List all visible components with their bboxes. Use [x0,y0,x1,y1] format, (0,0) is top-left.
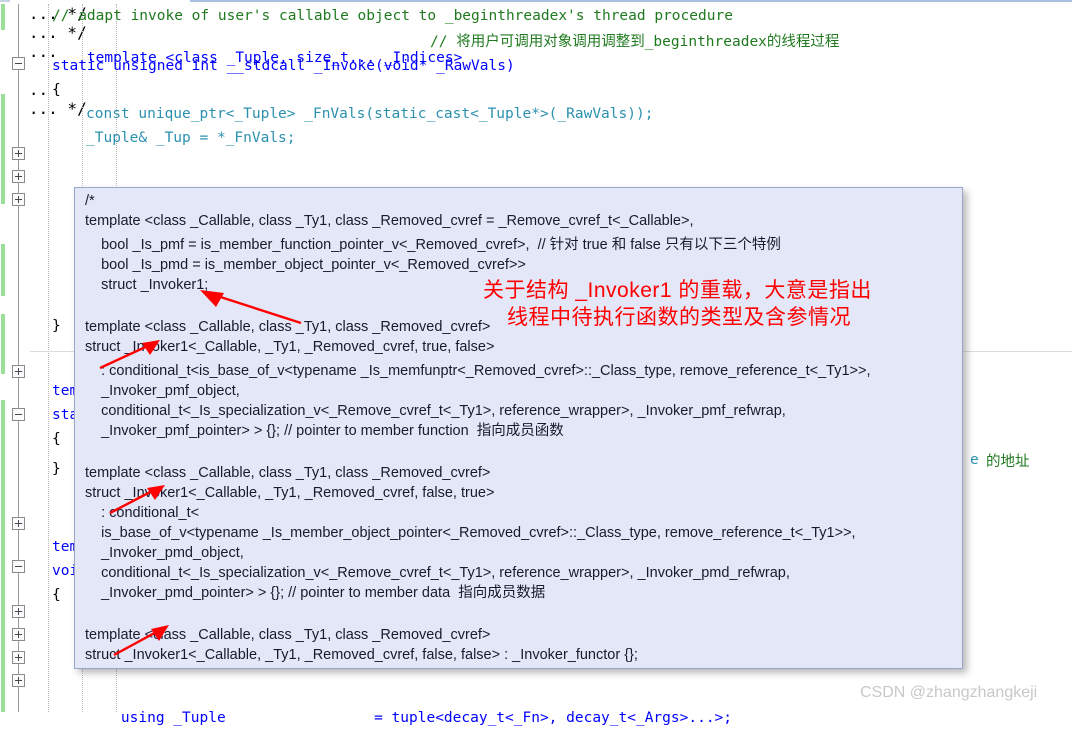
code-line-comment: // 将用户可调用对象调用调整到_beginthreadex的线程过程 [430,34,840,50]
code-line: { [52,431,61,447]
annotation-arrow-2 [99,340,160,370]
top-rule [190,0,1072,2]
change-bar [1,400,5,712]
outline-expand-toggle[interactable] [12,651,25,664]
code-fragment-right-comment: 的地址 [986,454,1030,470]
outline-expand-toggle[interactable] [12,170,25,183]
change-bar [1,314,5,374]
outline-expand-toggle[interactable] [12,193,25,206]
tooltip-line: conditional_t<_Is_specialization_v<_Remo… [85,565,790,581]
tooltip-line: : conditional_t<is_base_of_v<typename _I… [85,363,871,379]
indent-guide [48,4,49,712]
tooltip-line: template <class _Callable, class _Ty1, c… [85,213,694,229]
code-editor-surface[interactable]: // adapt invoke of user's callable objec… [0,4,1072,726]
outline-expand-toggle[interactable] [12,628,25,641]
outline-expand-toggle[interactable] [12,365,25,378]
tooltip-line: bool _Is_pmf = is_member_function_pointe… [85,237,781,253]
tooltip-line: struct _Invoker1; [85,277,209,293]
code-line: using _Tuple = tuple<decay_t<_Fn>, decay… [86,694,732,742]
annotation-line-1: 关于结构 _Invoker1 的重载，大意是指出 [483,279,872,302]
code-line: // adapt invoke of user's callable objec… [52,8,733,24]
code-line: { [52,82,61,98]
outline-collapse-toggle[interactable] [12,57,25,70]
change-bar [1,4,5,30]
annotation-line-2: 线程中待执行函数的类型及含参情况 [507,306,851,329]
tooltip-line: conditional_t<_Is_specialization_v<_Remo… [85,403,786,419]
tooltip-line: _Invoker_pmf_pointer> > {}; // pointer t… [85,423,564,439]
top-rule-left [0,0,10,2]
code-line: } [52,318,61,334]
tooltip-line: _Invoker_pmf_object, [85,383,240,399]
tooltip-line: */ [85,667,95,668]
outline-expand-toggle[interactable] [12,147,25,160]
code-line: _Tuple& _Tup = *_FnVals; [86,130,296,146]
code-fragment-right: e [970,452,979,468]
annotation-arrow-3 [109,485,165,515]
annotation-arrow-4 [113,625,169,657]
outline-collapse-toggle[interactable] [12,560,25,573]
tooltip-line: bool _Is_pmd = is_member_object_pointer_… [85,257,526,273]
screenshot-root: { "colors": { "overlay_bg": "#e3e7f7", "… [0,0,1072,726]
change-bar [1,244,5,296]
tooltip-line: _Invoker_pmd_object, [85,545,244,561]
tooltip-line: template <class _Callable, class _Ty1, c… [85,465,491,481]
tooltip-line: /* [85,193,95,209]
tooltip-line: is_base_of_v<typename _Is_member_object_… [85,525,856,541]
quick-info-tooltip: /* template <class _Callable, class _Ty1… [74,187,963,669]
code-line: const unique_ptr<_Tuple> _FnVals(static_… [86,106,654,122]
code-line: { [52,587,61,603]
code-line: static unsigned int __stdcall _Invoke(vo… [52,58,515,74]
outline-collapse-toggle[interactable] [12,408,25,421]
change-bar [1,94,5,204]
code-line: } [52,461,61,477]
csdn-watermark: CSDN @zhangzhangkeji [860,684,1038,701]
tooltip-line: _Invoker_pmd_pointer> > {}; // pointer t… [85,585,546,601]
annotation-arrow-1 [200,290,302,325]
outline-expand-toggle[interactable] [12,517,25,530]
outline-expand-toggle[interactable] [12,674,25,687]
code-token: using _Tuple = tuple<decay_t<_Fn>, decay… [120,710,733,726]
outline-expand-toggle[interactable] [12,605,25,618]
